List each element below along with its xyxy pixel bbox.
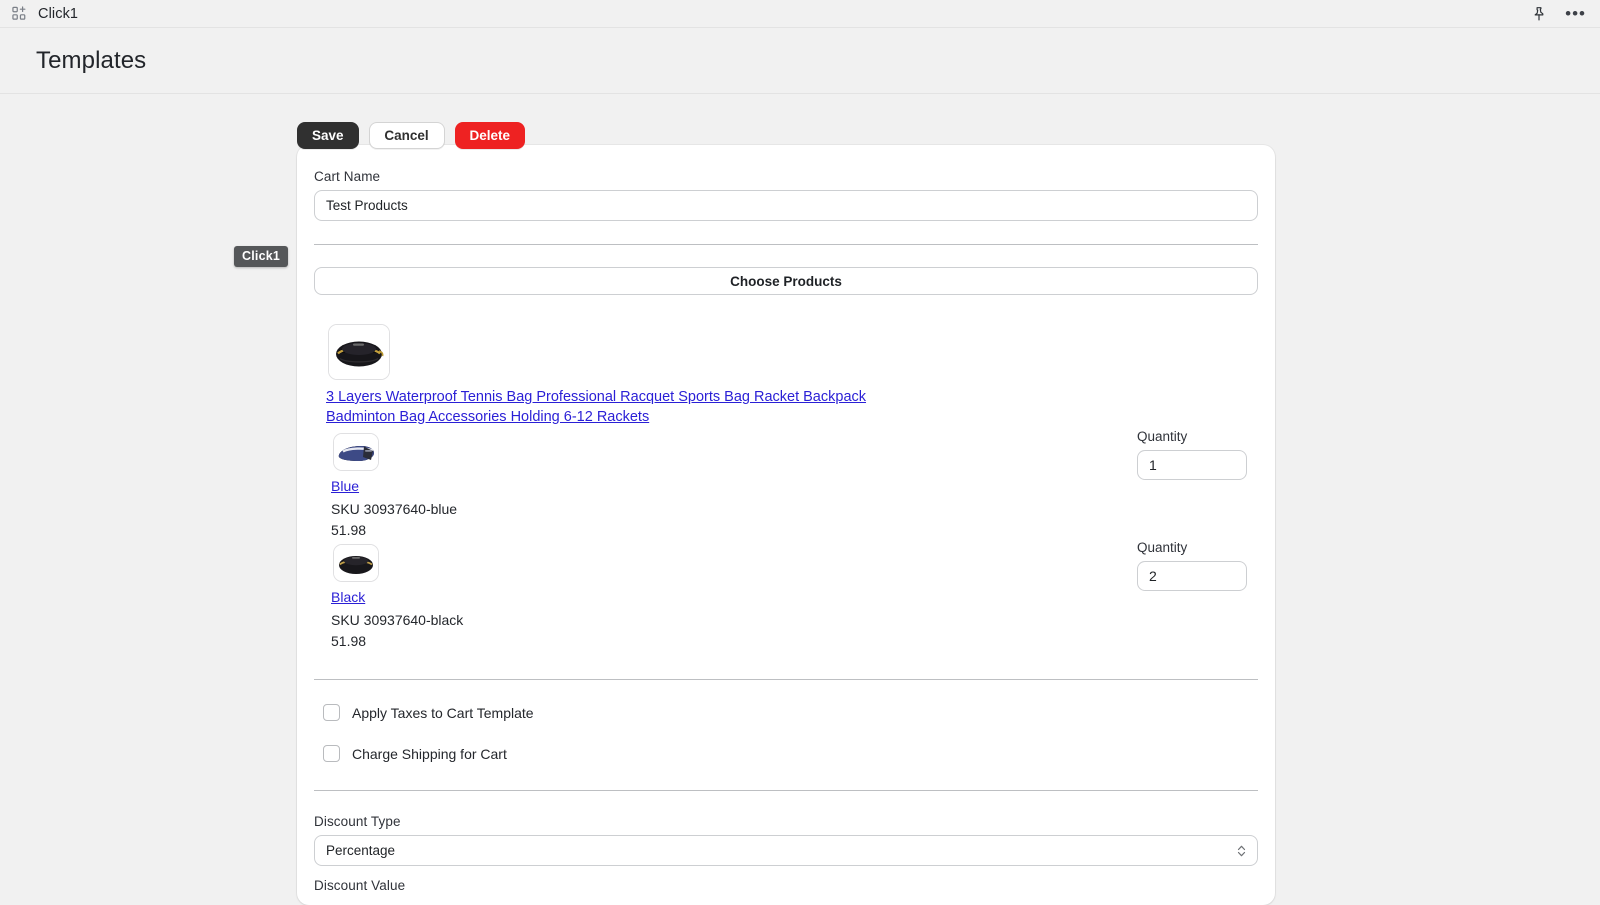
variant-sku: SKU 30937640-blue xyxy=(331,501,1258,517)
variant-row: Black SKU 30937640-black 51.98 Quantity xyxy=(314,544,1258,649)
divider-after-options xyxy=(314,790,1258,791)
quantity-label: Quantity xyxy=(1137,540,1247,555)
variant-sku: SKU 30937640-black xyxy=(331,612,1258,628)
variant-price: 51.98 xyxy=(331,633,1258,649)
divider-top xyxy=(314,244,1258,245)
variant-name-link[interactable]: Blue xyxy=(331,478,359,494)
app-bar-right: ••• xyxy=(1531,6,1600,22)
discount-type-value: Percentage xyxy=(326,843,395,858)
discount-value-label: Discount Value xyxy=(314,878,1258,893)
choose-products-button[interactable]: Choose Products xyxy=(314,267,1258,295)
charge-shipping-label: Charge Shipping for Cart xyxy=(352,746,507,762)
page-title: Templates xyxy=(0,47,146,75)
cart-template-card: Cart Name Choose Products xyxy=(297,145,1275,905)
page-header: Templates xyxy=(0,29,1600,94)
quantity-input[interactable] xyxy=(1137,450,1247,480)
card-content: Cart Name Choose Products xyxy=(297,145,1275,893)
discount-type-select-wrap: Percentage xyxy=(314,835,1258,866)
product-thumbnail[interactable] xyxy=(328,324,390,380)
product-title-link[interactable]: 3 Layers Waterproof Tennis Bag Professio… xyxy=(326,388,886,427)
variant-name-link[interactable]: Black xyxy=(331,589,365,605)
variant-thumbnail[interactable] xyxy=(333,544,379,582)
click-annotation-badge: Click1 xyxy=(234,246,288,267)
apply-taxes-checkbox-row[interactable]: Apply Taxes to Cart Template xyxy=(323,704,1258,721)
divider-after-products xyxy=(314,679,1258,680)
charge-shipping-checkbox[interactable] xyxy=(323,745,340,762)
delete-button[interactable]: Delete xyxy=(455,122,526,149)
variant-thumbnail[interactable] xyxy=(333,433,379,471)
discount-type-label: Discount Type xyxy=(314,814,1258,829)
apply-taxes-checkbox[interactable] xyxy=(323,704,340,721)
action-button-row: Save Cancel Delete xyxy=(297,122,525,149)
ellipsis-icon[interactable]: ••• xyxy=(1565,6,1586,22)
variant-price: 51.98 xyxy=(331,522,1258,538)
cart-name-label: Cart Name xyxy=(314,169,1258,184)
quantity-input[interactable] xyxy=(1137,561,1247,591)
quantity-field-group: Quantity xyxy=(1137,540,1247,591)
product-block: 3 Layers Waterproof Tennis Bag Professio… xyxy=(314,324,1258,649)
pushpin-icon[interactable] xyxy=(1531,6,1547,22)
grid-plus-icon[interactable] xyxy=(10,5,28,23)
quantity-label: Quantity xyxy=(1137,429,1247,444)
chevron-updown-icon[interactable] xyxy=(1237,844,1246,858)
cancel-button[interactable]: Cancel xyxy=(369,122,445,149)
cart-name-input[interactable] xyxy=(314,190,1258,221)
discount-type-select[interactable]: Percentage xyxy=(314,835,1258,866)
app-title: Click1 xyxy=(38,6,78,22)
page-body: Save Cancel Delete Click1 Cart Name Choo… xyxy=(0,95,1600,900)
app-bar-left: Click1 xyxy=(0,5,78,23)
apply-taxes-label: Apply Taxes to Cart Template xyxy=(352,705,534,721)
save-button[interactable]: Save xyxy=(297,122,359,149)
variant-row: Blue SKU 30937640-blue 51.98 Quantity xyxy=(314,433,1258,538)
discount-section: Discount Type Percentage Discount Value xyxy=(314,814,1258,893)
charge-shipping-checkbox-row[interactable]: Charge Shipping for Cart xyxy=(323,745,1258,762)
quantity-field-group: Quantity xyxy=(1137,429,1247,480)
app-bar: Click1 ••• xyxy=(0,0,1600,28)
